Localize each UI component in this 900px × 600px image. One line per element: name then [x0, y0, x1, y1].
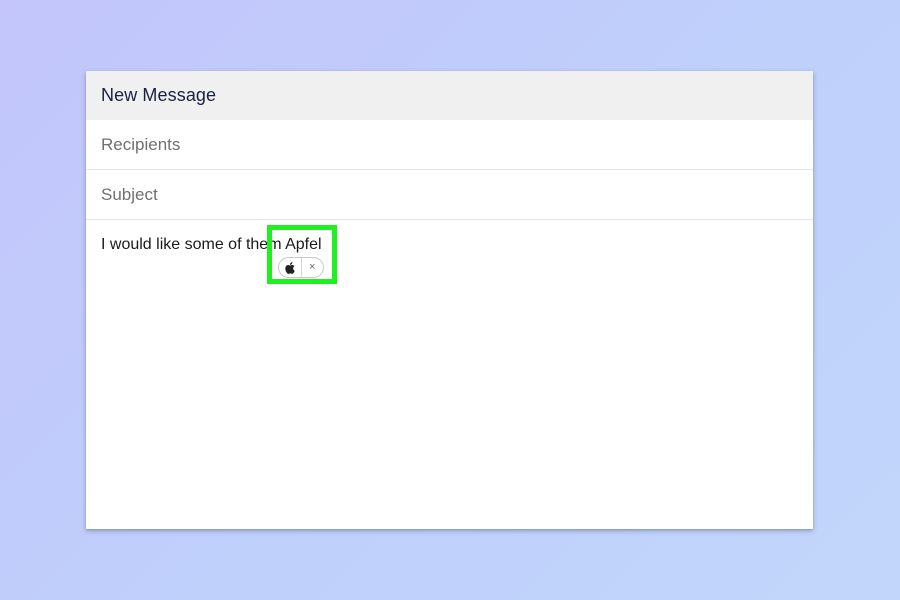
- close-icon: ×: [309, 261, 316, 273]
- accept-suggestion-button[interactable]: [279, 258, 301, 277]
- recipients-input[interactable]: [101, 134, 781, 155]
- subject-input[interactable]: [101, 184, 781, 205]
- dismiss-suggestion-button[interactable]: ×: [302, 258, 324, 277]
- subject-row: [86, 170, 813, 220]
- title-bar: New Message: [86, 71, 813, 120]
- window-title: New Message: [101, 85, 217, 105]
- apple-logo-icon: [285, 261, 295, 274]
- compose-window: New Message I would like some of them Ap…: [86, 71, 813, 529]
- recipients-row: [86, 120, 813, 170]
- suggestion-pill: ×: [278, 257, 324, 278]
- message-body[interactable]: I would like some of them Apfel: [86, 220, 813, 270]
